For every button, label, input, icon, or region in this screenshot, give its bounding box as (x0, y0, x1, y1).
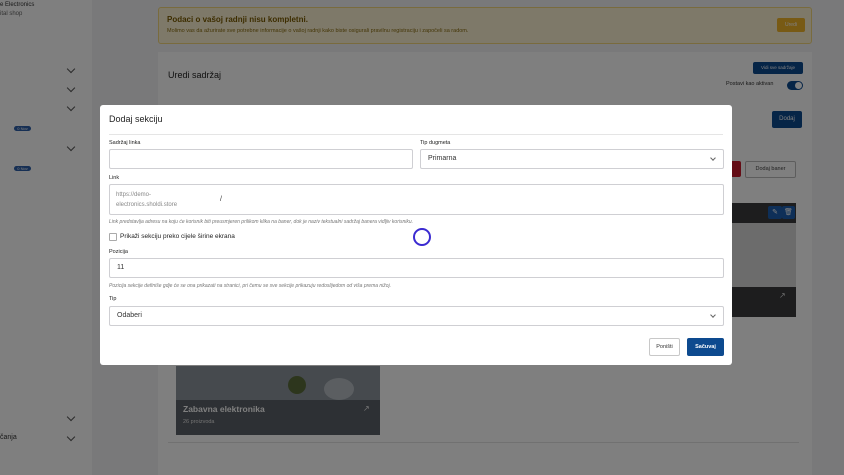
link-path-input[interactable]: / (220, 196, 222, 203)
button-type-select[interactable]: Primarna (420, 149, 724, 169)
button-type-label: Tip dugmeta (420, 140, 451, 146)
link-prefix: https://demo-electronics.sholdi.store (116, 192, 178, 208)
fullwidth-checkbox[interactable] (109, 233, 117, 241)
button-type-value: Primarna (428, 155, 457, 162)
modal-title: Dodaj sekciju (109, 114, 163, 124)
cursor-indicator (413, 228, 431, 246)
cancel-button[interactable]: Poništi (649, 338, 680, 356)
link-text-input[interactable] (109, 149, 413, 169)
type-label: Tip (109, 296, 117, 302)
chevron-down-icon (710, 155, 716, 161)
position-hint: Pozicija sekcije definiše gdje će se ona… (109, 283, 392, 289)
position-label: Pozicija (109, 249, 128, 255)
link-label: Link (109, 175, 120, 181)
fullwidth-label[interactable]: Prikaži sekciju preko cijele širine ekra… (120, 233, 235, 240)
link-field[interactable]: https://demo-electronics.sholdi.store / (109, 184, 724, 215)
link-text-label: Sadržaj linka (109, 140, 141, 146)
save-button[interactable]: Sačuvaj (687, 338, 724, 356)
type-value: Odaberi (117, 312, 142, 319)
chevron-down-icon (710, 312, 716, 318)
link-hint: Link predstavlja adresu na koju će koris… (109, 219, 414, 225)
position-input[interactable]: 11 (109, 258, 724, 278)
type-select[interactable]: Odaberi (109, 306, 724, 326)
divider (109, 134, 723, 135)
